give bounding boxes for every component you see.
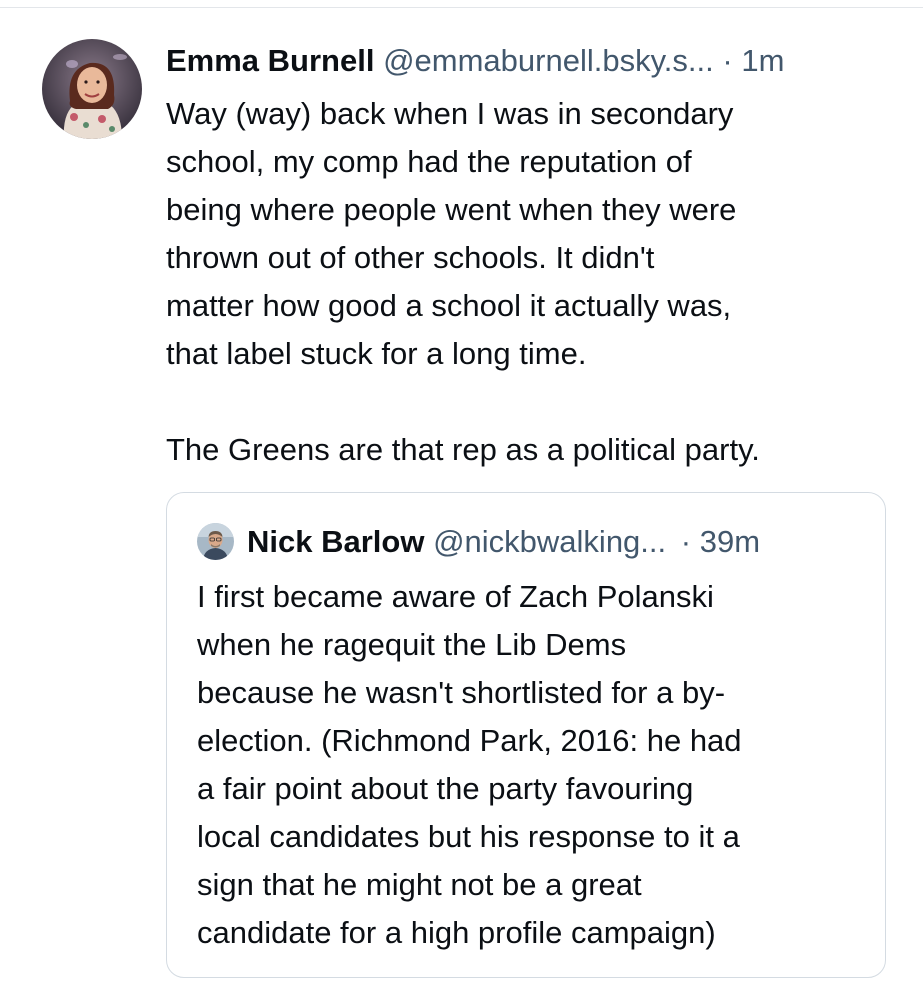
quote-author-handle[interactable]: @nickbwalking... <box>433 524 666 559</box>
avatar-photo-icon <box>42 39 142 139</box>
separator-dot: · <box>722 43 733 78</box>
author-handle[interactable]: @emmaburnell.bsky.s... <box>383 43 714 78</box>
quote-author-name[interactable]: Nick Barlow <box>247 524 424 559</box>
author-avatar[interactable] <box>42 39 142 139</box>
post-timestamp[interactable]: 1m <box>741 43 784 78</box>
quote-author-avatar[interactable] <box>197 523 234 560</box>
avatar-photo-icon <box>197 523 234 560</box>
post-text: Way (way) back when I was in secondary s… <box>166 90 896 474</box>
quote-timestamp[interactable]: 39m <box>700 524 760 559</box>
post-paragraph-1: Way (way) back when I was in secondary s… <box>166 96 737 371</box>
post-paragraph-2: The Greens are that rep as a political p… <box>166 432 760 467</box>
post-item[interactable]: Emma Burnell @emmaburnell.bsky.s... · 1m… <box>0 0 923 1000</box>
quoted-post-card[interactable]: Nick Barlow @nickbwalking... · 39m I fir… <box>166 492 886 978</box>
quote-text: I first became aware of Zach Polanski wh… <box>197 579 742 950</box>
quote-header: Nick Barlow @nickbwalking... · 39m <box>247 521 760 563</box>
post-header: Emma Burnell @emmaburnell.bsky.s... · 1m <box>166 40 906 82</box>
author-name[interactable]: Emma Burnell <box>166 43 374 78</box>
separator-dot: · <box>680 524 692 559</box>
